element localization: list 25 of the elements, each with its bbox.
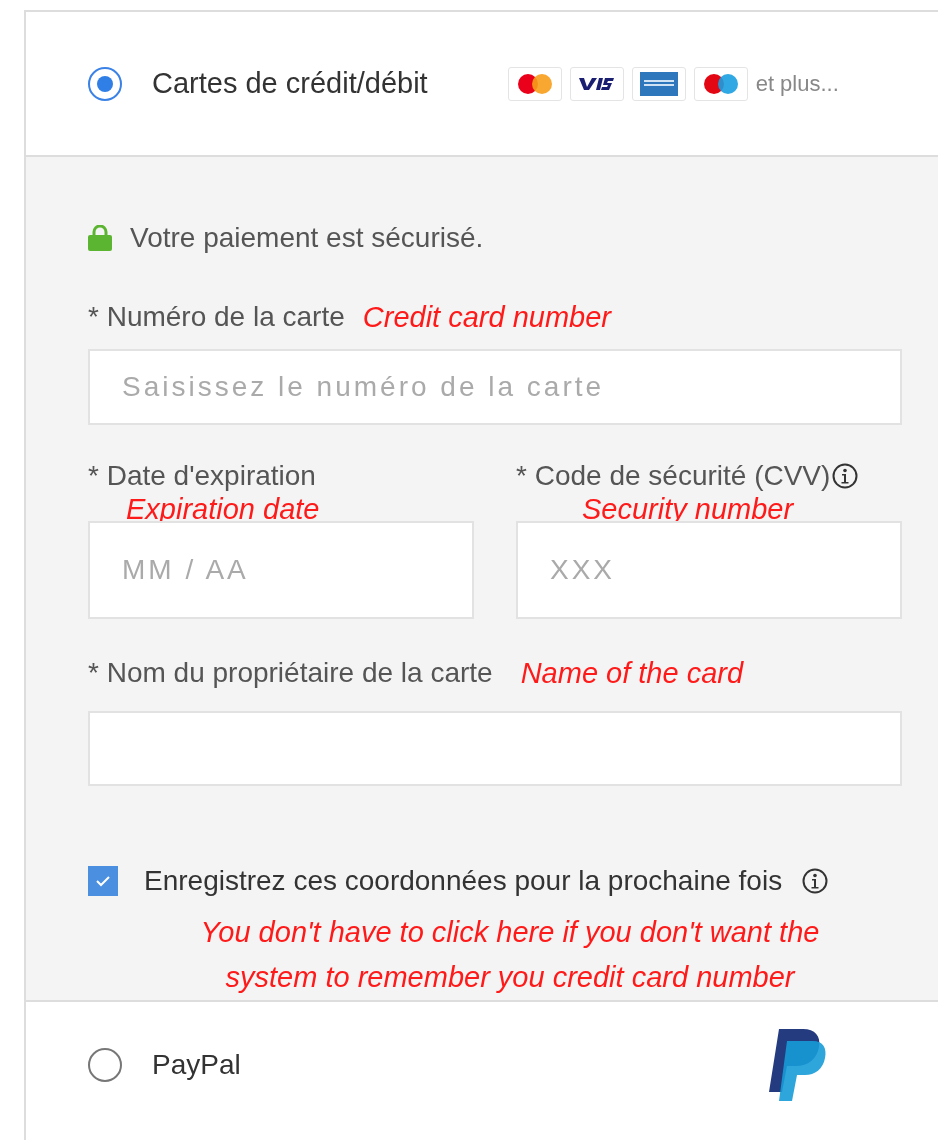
info-icon[interactable] (832, 462, 859, 489)
info-icon[interactable] (802, 868, 829, 894)
field-label: * Date d'expiration (88, 458, 317, 493)
security-code-field[interactable]: XXX (516, 520, 902, 619)
field-label: * Nom du propriétaire de la carte (88, 655, 493, 690)
annotation-text: Name of the card (520, 655, 744, 691)
radio-button[interactable] (88, 1048, 122, 1082)
field-label: * Numéro de la carte (88, 300, 345, 334)
more-brands-text: et plus... (755, 70, 839, 98)
padlock-icon (88, 225, 112, 251)
cardholder-field[interactable] (88, 710, 902, 786)
radio-button[interactable] (88, 66, 122, 101)
option-label[interactable]: Cartes de crédit/débit (152, 61, 428, 106)
checkmark-icon (95, 875, 111, 887)
checkbox[interactable] (88, 866, 118, 896)
expiry-field[interactable]: MM / AA (88, 520, 474, 619)
annotation-text: Credit card number (362, 300, 611, 335)
option-label[interactable]: PayPal (152, 1044, 241, 1086)
checkbox-label[interactable]: Enregistrez ces coordonnées pour la prochaine fois (144, 860, 783, 902)
secure-note: Votre paiement est sécurisé. (130, 221, 484, 255)
annotation-text: You don't have to click here if you don't want the system to remember you credit card number (199, 915, 821, 995)
field-label: * Code de sécurité (CVV) (516, 458, 831, 493)
overlapping-circles-icon (702, 72, 739, 95)
overlapping-circles-icon (516, 72, 553, 95)
card-number-field[interactable]: Saisissez le numéro de la carte (88, 349, 902, 425)
